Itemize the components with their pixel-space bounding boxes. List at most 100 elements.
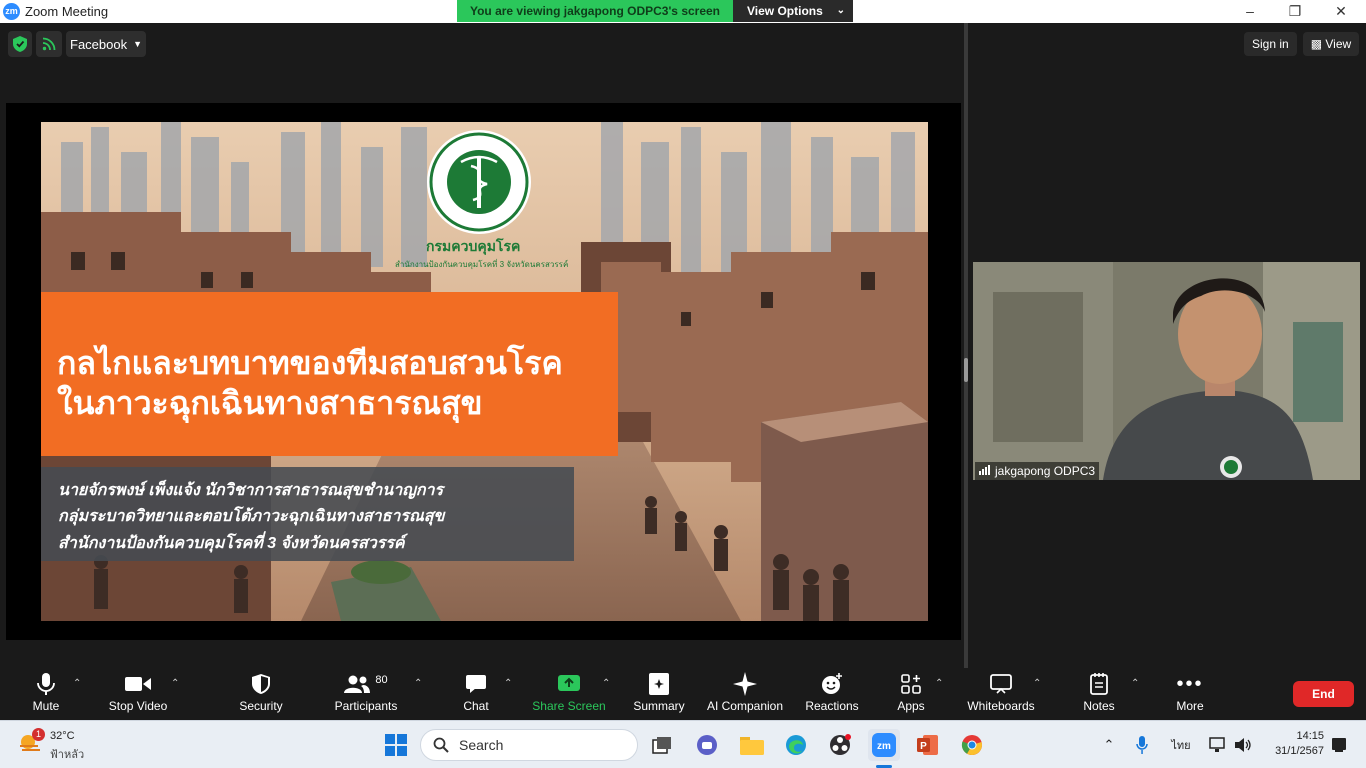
summary-icon (630, 672, 688, 696)
chrome-app[interactable] (956, 729, 988, 761)
apps-icon (888, 672, 934, 696)
system-clock[interactable]: 14:15 31/1/2567 (1275, 729, 1324, 759)
viewing-text: You are viewing jakgapong ODPC3's screen (457, 0, 733, 22)
task-view-button[interactable] (646, 729, 678, 761)
summary-label: Summary (633, 699, 685, 713)
language-indicator[interactable]: ไทย (1164, 729, 1198, 761)
copilot-app[interactable] (691, 729, 723, 761)
volume-icon[interactable] (1230, 729, 1256, 761)
livestream-label: Facebook (70, 36, 128, 52)
encryption-shield-icon[interactable] (8, 31, 32, 57)
obs-app[interactable] (824, 729, 856, 761)
share-screen-button[interactable]: Share Screen (532, 668, 606, 720)
sign-in-button[interactable]: Sign in (1244, 32, 1297, 56)
signal-bars-icon (979, 462, 991, 480)
ai-companion-button[interactable]: AI Companion (704, 668, 786, 720)
resize-handle[interactable] (964, 358, 968, 382)
windows-taskbar: 1 32°C ฟ้าหลัว Search zm P ⌃ ไทย 14:15 3… (0, 720, 1366, 768)
mute-button[interactable]: Mute (22, 668, 70, 720)
ai-companion-label: AI Companion (706, 699, 784, 713)
apps-label: Apps (897, 699, 925, 713)
whiteboards-button[interactable]: Whiteboards (962, 668, 1040, 720)
caret-down-icon: ▼ (133, 39, 143, 49)
participant-name-tag: jakgapong ODPC3 (975, 462, 1100, 480)
chat-options-caret[interactable]: ⌃ (504, 678, 512, 689)
chat-label: Chat (463, 699, 489, 713)
obs-icon (830, 734, 851, 755)
more-button[interactable]: ••• More (1168, 668, 1212, 720)
maximize-button[interactable]: ❐ (1272, 0, 1318, 23)
view-options-button[interactable]: View Options ⌄ (733, 0, 853, 22)
zoom-app[interactable]: zm (868, 729, 900, 761)
view-grid-icon: ▩ (1310, 37, 1323, 51)
microphone-tray-icon[interactable] (1128, 729, 1156, 761)
microphone-icon (22, 672, 70, 696)
livestream-icon[interactable] (36, 31, 62, 57)
minimize-button[interactable]: – (1227, 0, 1273, 23)
start-button[interactable] (380, 729, 412, 761)
stop-video-button[interactable]: Stop Video (104, 668, 172, 720)
sparkle-icon (704, 672, 786, 696)
summary-button[interactable]: Summary (630, 668, 688, 720)
reactions-button[interactable]: Reactions (802, 668, 862, 720)
apps-options-caret[interactable]: ⌃ (935, 678, 943, 689)
chat-button[interactable]: Chat (455, 668, 497, 720)
svg-text:P: P (920, 741, 927, 752)
meeting-toolbar: Mute ⌃ Stop Video ⌃ Security 80 Particip… (0, 668, 1366, 720)
presenter-line3: สำนักงานป้องกันควบคุมโรคที่ 3 จังหวัดนคร… (58, 535, 405, 552)
more-label: More (1176, 699, 1204, 713)
file-explorer-app[interactable] (736, 729, 768, 761)
powerpoint-icon: P (917, 735, 938, 755)
participants-options-caret[interactable]: ⌃ (414, 678, 422, 689)
powerpoint-app[interactable]: P (912, 729, 944, 761)
apps-button[interactable]: Apps (888, 668, 934, 720)
participants-count: 80 (375, 674, 388, 686)
share-options-caret[interactable]: ⌃ (602, 678, 610, 689)
department-subtitle: สำนักงานป้องกันควบคุมโรคที่ 3 จังหวัดนคร… (395, 260, 569, 269)
weather-badge: 1 (32, 728, 45, 741)
share-screen-icon (532, 672, 606, 696)
view-button[interactable]: ▩ View (1302, 32, 1360, 56)
smiley-icon (802, 672, 862, 696)
whiteboard-icon (962, 672, 1040, 696)
windows-logo-icon (385, 734, 407, 756)
participant-video[interactable] (973, 262, 1360, 480)
security-label: Security (239, 699, 283, 713)
search-icon (433, 737, 449, 753)
copilot-icon (697, 735, 717, 755)
meeting-info-bar: Facebook ▼ (8, 31, 146, 57)
slide-title-line2: ในภาวะฉุกเฉินทางสาธารณสุข (57, 385, 483, 421)
security-button[interactable]: Security (232, 668, 290, 720)
whiteboards-options-caret[interactable]: ⌃ (1033, 678, 1041, 689)
participant-video-frame (973, 262, 1360, 480)
notes-icon (1076, 672, 1122, 696)
edge-browser-icon (786, 735, 806, 755)
chat-bubble-icon (455, 672, 497, 696)
mute-options-caret[interactable]: ⌃ (73, 678, 81, 689)
livestream-dropdown[interactable]: Facebook ▼ (66, 31, 146, 57)
notes-button[interactable]: Notes (1076, 668, 1122, 720)
pane-divider[interactable] (964, 23, 968, 668)
security-shield-icon (232, 672, 290, 696)
stop-video-label: Stop Video (108, 699, 168, 713)
view-label: View (1325, 37, 1352, 51)
close-button[interactable]: ✕ (1318, 0, 1364, 23)
participants-button[interactable]: 80 Participants (332, 668, 400, 720)
svg-text:zm: zm (877, 741, 891, 752)
camera-icon (104, 672, 172, 696)
zoom-taskbar-icon: zm (872, 733, 896, 757)
window-title: Zoom Meeting (25, 4, 109, 19)
edge-app[interactable] (780, 729, 812, 761)
clock-time: 14:15 (1296, 730, 1324, 742)
whiteboards-label: Whiteboards (967, 699, 1035, 713)
notes-options-caret[interactable]: ⌃ (1131, 678, 1139, 689)
video-options-caret[interactable]: ⌃ (171, 678, 179, 689)
end-meeting-button[interactable]: End (1293, 681, 1354, 707)
tray-overflow-button[interactable]: ⌃ (1096, 729, 1122, 761)
notifications-icon[interactable] (1328, 729, 1350, 761)
top-right-controls: Sign in ▩ View (1244, 32, 1360, 56)
moph-logo-icon (427, 130, 531, 234)
participants-label: Participants (334, 699, 398, 713)
taskbar-search[interactable]: Search (420, 729, 638, 761)
network-icon[interactable] (1204, 729, 1232, 761)
